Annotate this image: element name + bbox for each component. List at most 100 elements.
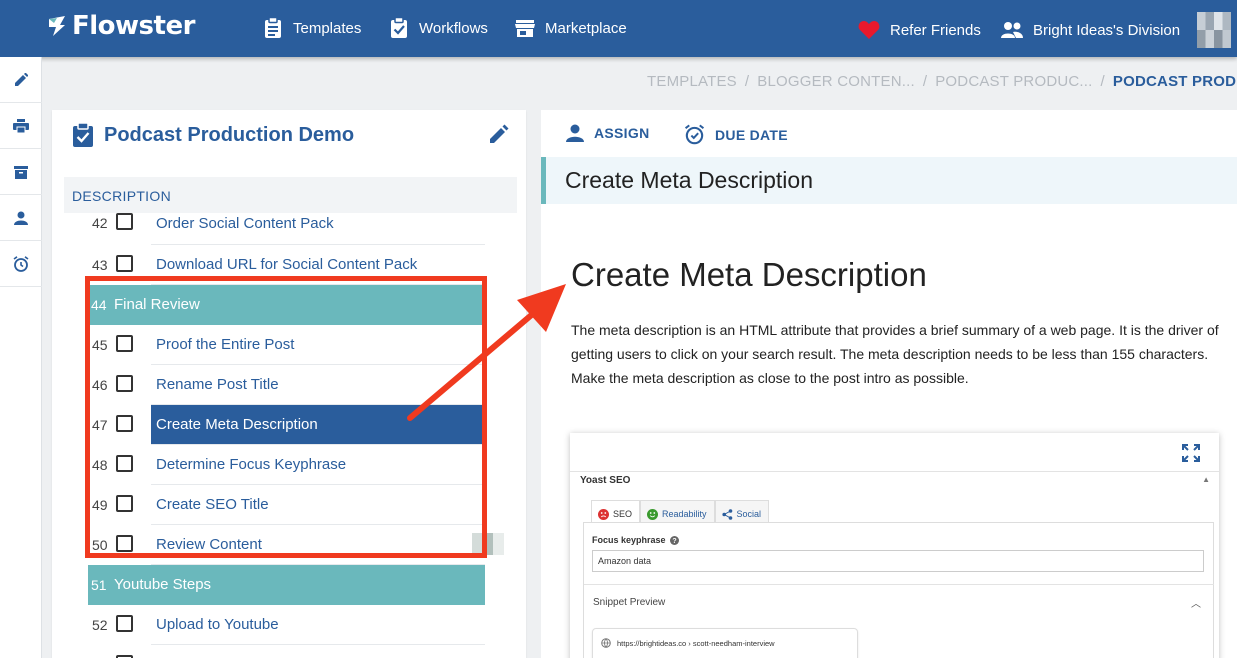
expand-icon[interactable] (1181, 443, 1201, 463)
step-row: 43 Download URL for Social Content Pack (88, 245, 522, 285)
task-detail-panel: ASSIGN DUE DATE Create Meta Description … (541, 110, 1237, 658)
step-row: 46 Rename Post Title (88, 365, 522, 405)
yoast-tab-label: Readability (662, 509, 707, 519)
step-row: 45 Proof the Entire Post (88, 325, 522, 365)
yoast-title: Yoast SEO (580, 475, 631, 486)
step-label[interactable]: Proof the Entire Post (151, 325, 485, 365)
breadcrumb: TEMPLATES / BLOGGER CONTEN... / PODCAST PROD… (647, 73, 1237, 90)
avatar[interactable] (1197, 12, 1231, 48)
group-icon (1001, 22, 1023, 38)
help-icon: ? (669, 535, 679, 545)
step-checkbox[interactable] (116, 615, 133, 632)
step-number: 52 (92, 617, 108, 633)
due-date-label: DUE DATE (715, 126, 788, 143)
step-checkbox[interactable] (116, 415, 133, 432)
step-row: 50 Review Content (88, 525, 522, 565)
step-label[interactable]: Review Content (151, 525, 485, 565)
flowster-logo-icon (49, 16, 65, 36)
step-number: 45 (92, 337, 108, 353)
step-label[interactable]: Order Social Content Pack (151, 213, 485, 245)
step-number: 42 (92, 215, 108, 231)
edit-rail-button[interactable] (0, 57, 42, 103)
focus-keyphrase-input: Amazon data (592, 550, 1204, 572)
svg-text:?: ? (672, 538, 676, 545)
step-label[interactable]: Create SEO Title (151, 485, 485, 525)
embedded-yoast-screenshot: Yoast SEO ▲ SEO Readability Social Focus… (570, 433, 1219, 658)
nav-marketplace[interactable]: Marketplace (515, 15, 627, 41)
step-row: 53 Enter the Title (88, 645, 522, 658)
step-number: 48 (92, 457, 108, 473)
chevron-up-icon: ︿ (1191, 599, 1201, 610)
smiley-face-icon (647, 508, 659, 520)
person-icon (566, 124, 584, 142)
step-checkbox[interactable] (116, 213, 133, 230)
task-toolbar: ASSIGN DUE DATE (541, 110, 1237, 158)
team-switcher[interactable]: Bright Ideas's Division (1001, 17, 1180, 43)
step-number: 46 (92, 377, 108, 393)
nav-templates[interactable]: Templates (263, 15, 361, 41)
yoast-seo-box: Focus keyphrase ? Amazon data Snippet Pr… (583, 522, 1214, 658)
breadcrumb-item[interactable]: BLOGGER CONTEN... (757, 73, 915, 90)
step-row: 48 Determine Focus Keyphrase (88, 445, 522, 485)
pencil-icon (490, 124, 509, 143)
refer-friends-link[interactable]: Refer Friends (858, 17, 981, 43)
flowster-logo[interactable]: Flowster (45, 10, 195, 42)
breadcrumb-item[interactable]: TEMPLATES (647, 73, 737, 90)
breadcrumb-separator: / (744, 73, 750, 90)
step-row: 49 Create SEO Title (88, 485, 522, 525)
step-checkbox[interactable] (116, 255, 133, 272)
templates-icon (265, 17, 281, 38)
focus-keyphrase-text: Focus keyphrase (592, 535, 666, 545)
due-date-button[interactable]: DUE DATE (684, 124, 788, 145)
section-number: 51 (91, 577, 107, 593)
alarm-icon (684, 124, 705, 145)
nav-marketplace-label: Marketplace (545, 19, 627, 37)
archive-rail-button[interactable] (0, 149, 42, 195)
template-title: Podcast Production Demo (72, 123, 354, 147)
step-label[interactable]: Determine Focus Keyphrase (151, 445, 485, 485)
yoast-tab-label: SEO (613, 509, 633, 519)
step-label[interactable]: Rename Post Title (151, 365, 485, 405)
step-row: 52 Upload to Youtube (88, 605, 522, 645)
step-checkbox[interactable] (116, 535, 133, 552)
step-checkbox[interactable] (116, 495, 133, 512)
assign-rail-button[interactable] (0, 195, 42, 241)
yoast-header: Yoast SEO ▲ (570, 471, 1219, 489)
step-label[interactable]: Create Meta Description (151, 405, 485, 445)
description-header[interactable]: DESCRIPTION (64, 177, 517, 213)
section-label: Youtube Steps (114, 576, 212, 593)
top-navigation-bar: Flowster Templates Workflows Marketplace (0, 0, 1237, 57)
content-heading: Create Meta Description (571, 256, 927, 293)
nav-workflows[interactable]: Workflows (389, 15, 488, 41)
step-number: 47 (92, 417, 108, 433)
print-rail-button[interactable] (0, 103, 42, 149)
step-row: 42 Order Social Content Pack (88, 213, 522, 245)
snippet-url-text: https://brightideas.co › scott-needham-i… (617, 638, 775, 648)
step-label[interactable]: Download URL for Social Content Pack (151, 245, 485, 285)
step-label[interactable]: Enter the Title (151, 645, 485, 658)
content-body: The meta description is an HTML attribut… (571, 322, 1219, 386)
divider (584, 584, 1214, 585)
reminder-rail-button[interactable] (0, 241, 42, 287)
breadcrumb-item[interactable]: PODCAST PRODUC... (935, 73, 1092, 90)
edit-template-button[interactable] (489, 124, 509, 149)
section-number: 44 (91, 297, 107, 313)
section-row[interactable]: 44 Final Review (88, 285, 485, 325)
yoast-tab-readability: Readability (640, 500, 715, 522)
snippet-preview-card: https://brightideas.co › scott-needham-i… (592, 628, 858, 658)
step-checkbox[interactable] (116, 455, 133, 472)
workflows-icon (391, 17, 407, 38)
nav-templates-label: Templates (293, 19, 362, 37)
step-row-selected: 47 Create Meta Description (88, 405, 522, 445)
collapse-caret-icon: ▲ (1202, 475, 1210, 484)
step-list: 42 Order Social Content Pack 43 Download… (88, 213, 522, 658)
assign-button[interactable]: ASSIGN (566, 124, 649, 142)
step-number: 43 (92, 257, 108, 273)
workflow-steps-panel: Podcast Production Demo DESCRIPTION 42 O… (52, 110, 526, 658)
step-checkbox[interactable] (116, 335, 133, 352)
step-label[interactable]: Upload to Youtube (151, 605, 485, 645)
yoast-tab-label: Social (736, 509, 762, 519)
step-checkbox[interactable] (116, 375, 133, 392)
yoast-tab-seo: SEO (591, 500, 641, 522)
section-row[interactable]: 51 Youtube Steps (88, 565, 485, 605)
